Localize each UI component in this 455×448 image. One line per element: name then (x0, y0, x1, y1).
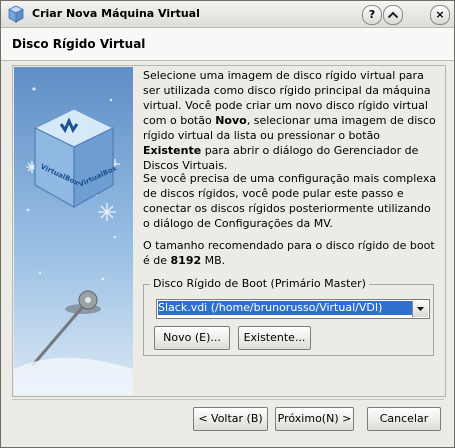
window-title: Criar Nova Máquina Virtual (32, 7, 200, 20)
back-button[interactable]: < Voltar (B) (193, 407, 268, 431)
cancel-button[interactable]: Cancelar (367, 407, 441, 431)
dropdown-arrow[interactable] (412, 301, 428, 317)
new-keyword: Novo (215, 114, 247, 127)
new-disk-button[interactable]: Novo (E)... (154, 326, 230, 350)
size-unit: MB. (201, 254, 226, 267)
wizard-side-image: VirtualBox VirtualBox (14, 67, 133, 395)
boot-disk-select[interactable]: Slack.vdi (/home/brunorusso/Virtual/VDI) (156, 299, 430, 319)
intro-paragraph: Selecione uma imagem de disco rígido vir… (143, 68, 439, 173)
wizard-window: Criar Nova Máquina Virtual ? × Disco Ríg… (0, 0, 455, 448)
existing-keyword: Existente (143, 144, 202, 157)
recommended-size-paragraph: O tamanho recomendado para o disco rígid… (143, 238, 439, 268)
page-title: Disco Rígido Virtual (12, 37, 146, 51)
help-button[interactable]: ? (362, 5, 382, 25)
next-button[interactable]: Próximo(N) > (275, 407, 354, 431)
help-icon: ? (368, 8, 376, 21)
recommended-size-value: 8192 (170, 254, 202, 267)
footer-divider (12, 399, 444, 400)
existing-disk-button[interactable]: Existente... (238, 326, 311, 350)
title-bar[interactable]: Criar Nova Máquina Virtual ? × (1, 1, 454, 28)
wizard-header: Disco Rígido Virtual (1, 28, 454, 61)
virtualbox-illustration: VirtualBox VirtualBox (14, 87, 133, 395)
advanced-config-paragraph: Se você precisa de uma configuração mais… (143, 172, 437, 230)
close-button[interactable]: × (430, 5, 450, 25)
chevron-up-icon (387, 11, 399, 19)
boot-disk-selected-value: Slack.vdi (/home/brunorusso/Virtual/VDI) (158, 301, 413, 315)
minimize-button[interactable] (383, 5, 403, 25)
boot-disk-group-title: Disco Rígido de Boot (Primário Master) (150, 277, 369, 290)
wizard-content: VirtualBox VirtualBox Selecione uma imag… (12, 65, 446, 397)
close-icon: × (435, 8, 445, 21)
virtualbox-app-icon (8, 5, 24, 23)
chevron-down-icon (417, 307, 424, 311)
